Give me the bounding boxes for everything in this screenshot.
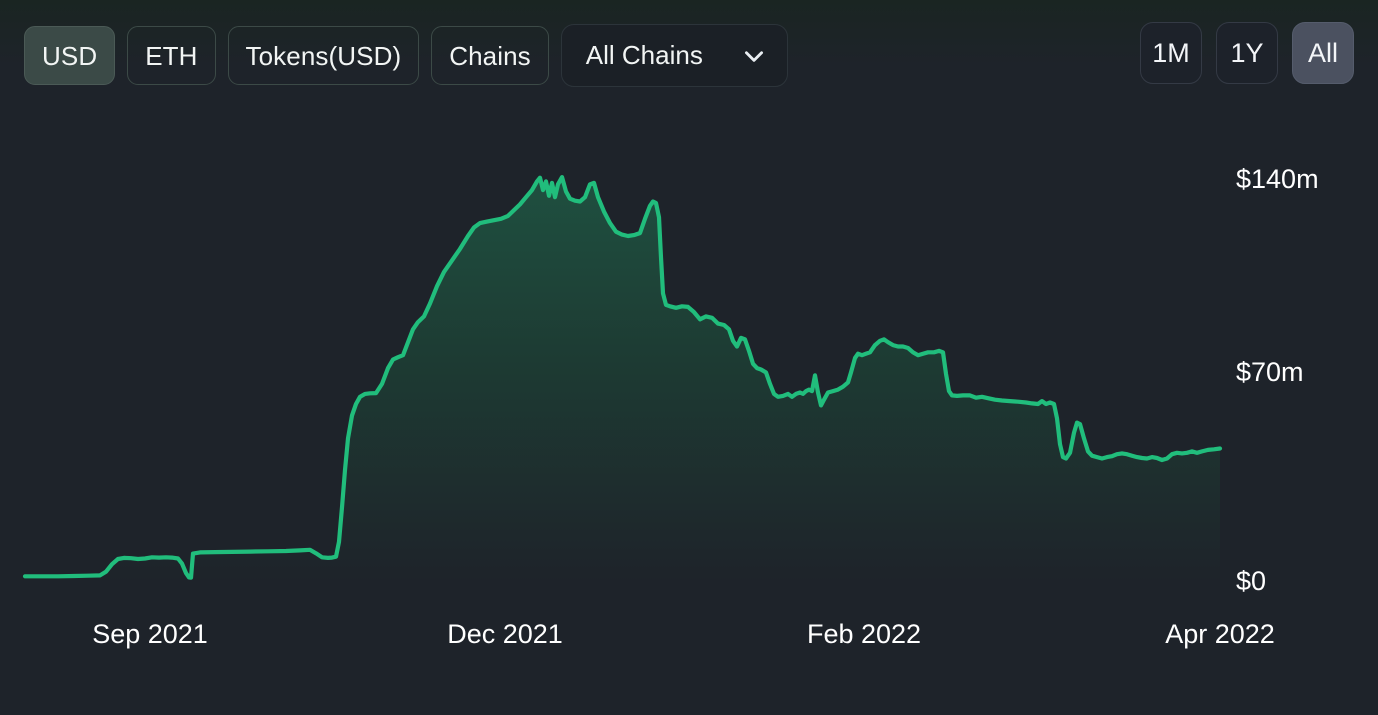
range-button-1y[interactable]: 1Y — [1216, 22, 1278, 84]
denomination-button-tokens-usd[interactable]: Tokens(USD) — [228, 26, 420, 85]
chain-selector-value: All Chains — [586, 40, 703, 71]
chart-area[interactable]: $140m $70m $0 Sep 2021 Dec 2021 Feb 2022… — [0, 108, 1378, 715]
chart-toolbar: USD ETH Tokens(USD) Chains All Chains 1M… — [0, 0, 1378, 108]
x-axis-tick-feb-2022: Feb 2022 — [807, 621, 921, 648]
chevron-down-icon — [741, 43, 767, 69]
denomination-button-usd[interactable]: USD — [24, 26, 115, 85]
range-button-all[interactable]: All — [1292, 22, 1354, 84]
denomination-button-chains[interactable]: Chains — [431, 26, 549, 85]
denomination-button-group: USD ETH Tokens(USD) Chains All Chains — [24, 24, 788, 87]
x-axis-tick-apr-2022: Apr 2022 — [1165, 621, 1275, 648]
x-axis-tick-sep-2021: Sep 2021 — [92, 621, 208, 648]
range-button-group: 1M 1Y All — [1140, 22, 1354, 84]
range-button-1m[interactable]: 1M — [1140, 22, 1202, 84]
chain-selector-dropdown[interactable]: All Chains — [561, 24, 788, 87]
y-axis-tick-70m: $70m — [1236, 359, 1304, 386]
y-axis-tick-140m: $140m — [1236, 166, 1319, 193]
tvl-chart-page: USD ETH Tokens(USD) Chains All Chains 1M… — [0, 0, 1378, 715]
denomination-button-eth[interactable]: ETH — [127, 26, 215, 85]
y-axis-tick-0: $0 — [1236, 568, 1266, 595]
x-axis-tick-dec-2021: Dec 2021 — [447, 621, 563, 648]
chart-area-fill — [25, 177, 1220, 582]
